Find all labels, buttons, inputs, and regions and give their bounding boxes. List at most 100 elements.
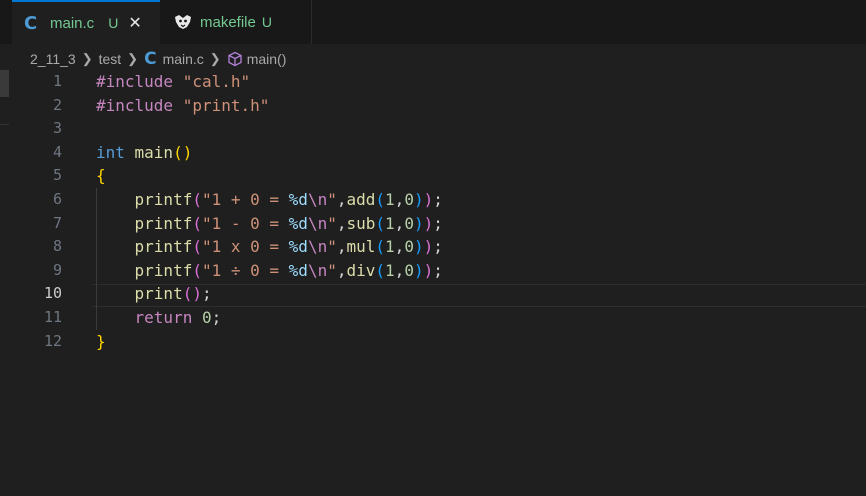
line-number: 9	[52, 260, 62, 279]
line-number: 10	[43, 284, 62, 303]
chevron-right-icon: ❯	[81, 51, 93, 66]
code-token: 0	[201, 308, 212, 327]
tab-main-c[interactable]: C main.c U ✕	[12, 0, 160, 44]
breadcrumb-symbol[interactable]: main()	[247, 51, 287, 67]
code-token: ()	[173, 142, 193, 162]
code-token: ,	[394, 260, 405, 280]
breadcrumb-folder[interactable]: test	[99, 51, 122, 67]
line-number: 5	[52, 166, 62, 185]
code-token: \n	[307, 260, 328, 280]
code-token: )	[413, 213, 424, 233]
code-token: ,	[394, 213, 405, 233]
code-token: (	[192, 260, 202, 280]
code-token: sub	[346, 213, 376, 233]
code-token: 0	[404, 237, 414, 257]
code-editor[interactable]: 1 #include "cal.h" 2 #include "print.h" 3 4 in…	[0, 70, 866, 496]
code-token: }	[96, 331, 106, 351]
code-token: %d	[288, 190, 308, 209]
code-token: printf	[96, 213, 193, 233]
code-token: "cal.h"	[182, 72, 251, 91]
code-token: {	[96, 166, 106, 186]
code-token: "1 - 0 =	[201, 213, 289, 233]
code-token: 1	[385, 213, 395, 233]
code-token: int	[96, 142, 135, 162]
code-token: #include	[96, 95, 183, 115]
line-number: 6	[52, 190, 62, 208]
code-text: print();	[96, 282, 212, 306]
code-text: return 0;	[96, 306, 222, 330]
code-token: 1	[385, 190, 395, 209]
code-line[interactable]: 8 printf("1 x 0 = %d\n",mul(1,0));	[0, 235, 866, 259]
code-token: ;	[433, 213, 443, 233]
tab-makefile[interactable]: makefile U	[160, 0, 312, 44]
c-language-icon: C	[144, 49, 157, 69]
code-line[interactable]: 5{	[0, 164, 866, 188]
code-token: "	[327, 213, 337, 233]
code-line[interactable]: 12}	[0, 330, 866, 354]
tab-label: makefile	[200, 13, 256, 31]
chevron-right-icon: ❯	[127, 51, 139, 66]
code-line[interactable]: 10 print();	[0, 282, 866, 306]
code-token: (	[375, 213, 386, 233]
code-text: #include "print.h"	[96, 94, 269, 118]
code-token: %d	[288, 260, 308, 280]
chevron-right-icon: ❯	[209, 51, 221, 66]
code-token: \n	[307, 190, 328, 209]
code-text: #include "cal.h"	[96, 70, 250, 94]
tab-bar: C main.c U ✕ makefile U	[0, 0, 866, 44]
code-token: %d	[288, 237, 308, 257]
code-token: div	[346, 260, 376, 280]
code-token: (	[192, 213, 202, 233]
code-line[interactable]: 3	[0, 117, 866, 141]
untracked-badge: U	[261, 14, 272, 30]
breadcrumb: 2_11_3 ❯ test ❯ C main.c ❯ main()	[30, 48, 286, 70]
code-token: )	[413, 260, 424, 280]
code-token: (	[375, 260, 386, 280]
code-text: }	[96, 330, 106, 354]
code-token: (	[192, 237, 202, 257]
code-token: printf	[96, 260, 193, 280]
code-text: printf("1 - 0 = %d\n",sub(1,0));	[96, 212, 443, 236]
code-token: )	[423, 260, 434, 280]
code-token: printf	[96, 190, 193, 209]
code-token: 0	[404, 190, 414, 209]
code-token: )	[423, 213, 434, 233]
code-line[interactable]: 11 return 0;	[0, 306, 866, 330]
code-line[interactable]: 2 #include "print.h"	[0, 94, 866, 118]
close-icon[interactable]: ✕	[128, 13, 141, 33]
code-line[interactable]: 7 printf("1 - 0 = %d\n",sub(1,0));	[0, 212, 866, 236]
code-token: )	[413, 190, 424, 209]
code-line[interactable]: 6 printf("1 + 0 = %d\n",add(1,0));	[0, 188, 866, 212]
tab-label: main.c	[50, 14, 95, 32]
code-line[interactable]: 9 printf("1 ÷ 0 = %d\n",div(1,0));	[0, 259, 866, 283]
code-token: "print.h"	[182, 95, 270, 115]
line-number: 12	[43, 331, 62, 350]
makefile-icon	[175, 15, 191, 29]
breadcrumb-file[interactable]: main.c	[163, 51, 204, 67]
code-token: ,	[394, 237, 405, 257]
code-token: ;	[211, 308, 222, 327]
code-token: "	[327, 237, 337, 257]
code-token: (	[375, 190, 386, 209]
code-token: ;	[433, 260, 443, 280]
code-token: )	[423, 190, 434, 209]
code-token: "	[327, 190, 337, 209]
code-token: )	[423, 237, 434, 257]
code-token: 1	[385, 260, 395, 280]
code-token: 0	[404, 213, 414, 233]
code-token: printf	[96, 237, 193, 257]
line-number: 11	[43, 308, 62, 326]
code-text: {	[96, 164, 106, 188]
code-line[interactable]: 1 #include "cal.h"	[0, 70, 866, 94]
code-token: \n	[307, 237, 328, 257]
line-number: 8	[52, 237, 62, 256]
code-token: main	[134, 142, 174, 162]
code-token: )	[413, 237, 424, 257]
code-token: "1 + 0 =	[201, 190, 289, 209]
code-line[interactable]: 4 int main()	[0, 141, 866, 165]
code-token: ,	[394, 190, 405, 209]
code-token: #include	[96, 72, 183, 91]
code-token: (	[192, 190, 202, 209]
breadcrumb-folder[interactable]: 2_11_3	[30, 51, 76, 67]
code-token: 0	[404, 260, 414, 280]
